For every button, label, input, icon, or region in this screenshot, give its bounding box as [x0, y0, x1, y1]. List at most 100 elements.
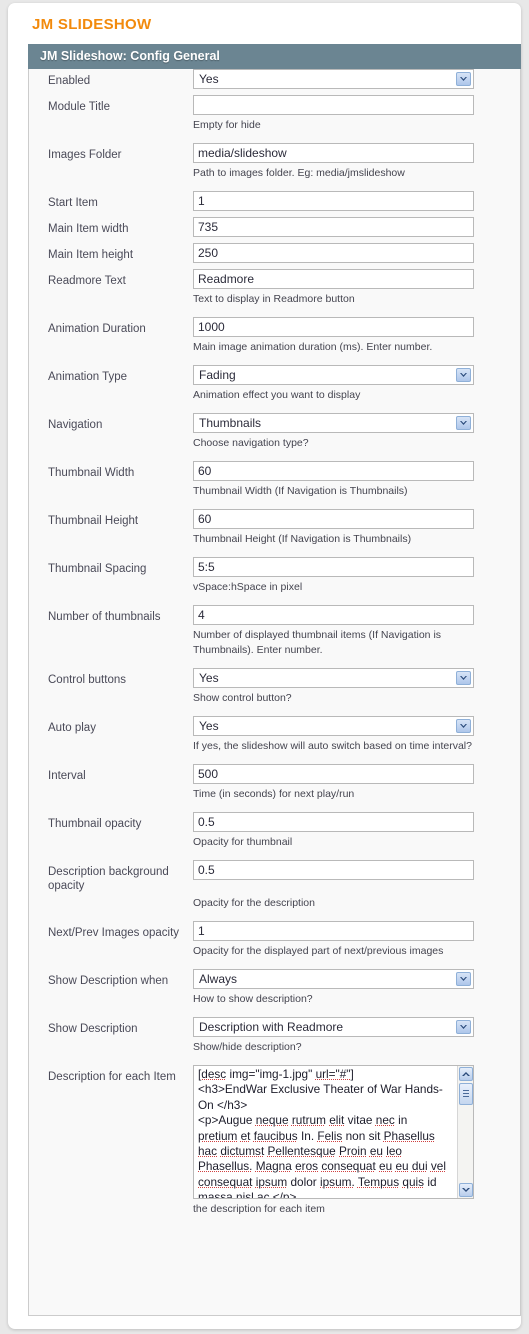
page-title: JM SLIDESHOW — [32, 16, 152, 33]
chevron-down-icon[interactable] — [456, 368, 471, 382]
control-animation-duration — [193, 317, 520, 337]
form-row-inner: Start Item — [29, 191, 520, 211]
hint-show-description: Show/hide description? — [193, 1041, 302, 1053]
form-row-auto-play: Auto play Yes If yes, the slideshow will a… — [29, 716, 520, 764]
form-row-inner: Thumbnail Height — [29, 509, 520, 529]
form-row-start-item: Start Item — [29, 191, 520, 217]
input-thumbnail-spacing[interactable] — [193, 557, 474, 577]
form-row-inner: Animation Duration — [29, 317, 520, 337]
label-animation-type: Animation Type — [48, 371, 128, 383]
input-thumbnail-width[interactable] — [193, 461, 474, 481]
input-images-folder[interactable] — [193, 143, 474, 163]
scroll-down-arrow-icon[interactable] — [459, 1183, 473, 1197]
form-row-main-item-width: Main Item width — [29, 217, 520, 243]
textarea-value-description-for-each-item[interactable]: [desc img="img-1.jpg" url="#"] <h3>EndWa… — [198, 1067, 446, 1198]
form-row-enabled: Enabled Yes — [29, 69, 520, 95]
form-row-thumbnail-spacing: Thumbnail Spacing vSpace:hSpace in pixel — [29, 557, 520, 605]
select-control-buttons[interactable]: Yes — [193, 668, 474, 688]
hint-interval: Time (in seconds) for next play/run — [193, 788, 355, 800]
form-row-inner: Interval — [29, 764, 520, 784]
scrollbar-thumb[interactable] — [459, 1083, 473, 1105]
control-main-item-height — [193, 243, 520, 263]
textarea-description-for-each-item[interactable]: [desc img="img-1.jpg" url="#"] <h3>EndWa… — [193, 1065, 474, 1199]
select-show-description-when[interactable]: Always — [193, 969, 474, 989]
select-value-show-description: Description with Readmore — [199, 1020, 344, 1034]
select-show-description[interactable]: Description with Readmore — [193, 1017, 474, 1037]
control-auto-play: Yes — [193, 716, 520, 736]
form-row-inner: Auto play Yes — [29, 716, 520, 736]
form-row-inner: Number of thumbnails — [29, 605, 520, 625]
label-auto-play: Auto play — [48, 722, 96, 734]
chevron-down-icon[interactable] — [456, 416, 471, 430]
input-interval[interactable] — [193, 764, 474, 784]
row-spacer — [29, 658, 520, 668]
form-row-main-item-height: Main Item height — [29, 243, 520, 269]
row-spacer — [29, 706, 520, 716]
input-description-background-opacity[interactable] — [193, 860, 474, 880]
row-spacer — [29, 754, 520, 764]
label-navigation: Navigation — [48, 419, 103, 431]
form-row-thumbnail-width: Thumbnail Width Thumbnail Width (If Navig… — [29, 461, 520, 509]
label-description-background-opacity: Description background opacity — [48, 866, 169, 892]
input-number-of-thumbnails[interactable] — [193, 605, 474, 625]
input-thumbnail-opacity[interactable] — [193, 812, 474, 832]
select-value-enabled: Yes — [199, 72, 219, 86]
hint-thumbnail-width: Thumbnail Width (If Navigation is Thumbn… — [193, 485, 408, 497]
select-enabled[interactable]: Yes — [193, 69, 474, 89]
control-thumbnail-height — [193, 509, 520, 529]
form-row-description-for-each-item: Description for each Item [desc img="img-… — [29, 1065, 520, 1227]
input-start-item[interactable] — [193, 191, 474, 211]
scroll-up-arrow-icon[interactable] — [459, 1067, 473, 1081]
input-animation-duration[interactable] — [193, 317, 474, 337]
form-row-inner: Thumbnail Spacing — [29, 557, 520, 577]
label-start-item: Start Item — [48, 197, 98, 209]
input-module-title[interactable] — [193, 95, 474, 115]
select-animation-type[interactable]: Fading — [193, 365, 474, 385]
textarea-scrollbar[interactable] — [457, 1066, 473, 1198]
form-row-inner: Description background opacity — [29, 860, 520, 893]
hint-next-prev-images-opacity: Opacity for the displayed part of next/p… — [193, 945, 444, 957]
hint-control-buttons: Show control button? — [193, 692, 292, 704]
control-thumbnail-width — [193, 461, 520, 481]
row-spacer — [29, 1007, 520, 1017]
form-row-number-of-thumbnails: Number of thumbnails Number of displayed … — [29, 605, 520, 668]
form-row-inner: Enabled Yes — [29, 69, 520, 89]
input-readmore-text[interactable] — [193, 269, 474, 289]
form-row-thumbnail-height: Thumbnail Height Thumbnail Height (If Nav… — [29, 509, 520, 557]
chevron-down-icon[interactable] — [456, 972, 471, 986]
label-show-description: Show Description — [48, 1023, 138, 1035]
hint-thumbnail-opacity: Opacity for thumbnail — [193, 836, 293, 848]
input-thumbnail-height[interactable] — [193, 509, 474, 529]
hint-readmore-text: Text to display in Readmore button — [193, 293, 355, 305]
input-main-item-height[interactable] — [193, 243, 474, 263]
label-images-folder: Images Folder — [48, 149, 122, 161]
control-description-background-opacity — [193, 860, 520, 880]
input-main-item-width[interactable] — [193, 217, 474, 237]
chevron-down-icon[interactable] — [456, 1020, 471, 1034]
chevron-down-icon[interactable] — [456, 72, 471, 86]
control-animation-type: Fading — [193, 365, 520, 385]
input-next-prev-images-opacity[interactable] — [193, 921, 474, 941]
row-spacer — [29, 307, 520, 317]
label-interval: Interval — [48, 770, 86, 782]
row-spacer — [29, 959, 520, 969]
label-main-item-width: Main Item width — [48, 223, 129, 235]
hint-number-of-thumbnails: Number of displayed thumbnail items (If … — [193, 629, 442, 656]
label-thumbnail-height: Thumbnail Height — [48, 515, 139, 527]
form-row-module-title: Module Title Empty for hide — [29, 95, 520, 143]
hint-animation-type: Animation effect you want to display — [193, 389, 361, 401]
form-row-inner: Module Title — [29, 95, 520, 115]
chevron-down-icon[interactable] — [456, 719, 471, 733]
control-show-description: Description with Readmore — [193, 1017, 520, 1037]
select-value-show-description-when: Always — [199, 972, 238, 986]
select-navigation[interactable]: Thumbnails — [193, 413, 474, 433]
control-next-prev-images-opacity — [193, 921, 520, 941]
select-auto-play[interactable]: Yes — [193, 716, 474, 736]
control-thumbnail-opacity — [193, 812, 520, 832]
label-main-item-height: Main Item height — [48, 249, 134, 261]
form-row-inner: Readmore Text — [29, 269, 520, 289]
select-value-animation-type: Fading — [199, 368, 236, 382]
chevron-down-icon[interactable] — [456, 671, 471, 685]
form-row-show-description: Show Description Description with Readmor… — [29, 1017, 520, 1065]
row-spacer — [29, 403, 520, 413]
